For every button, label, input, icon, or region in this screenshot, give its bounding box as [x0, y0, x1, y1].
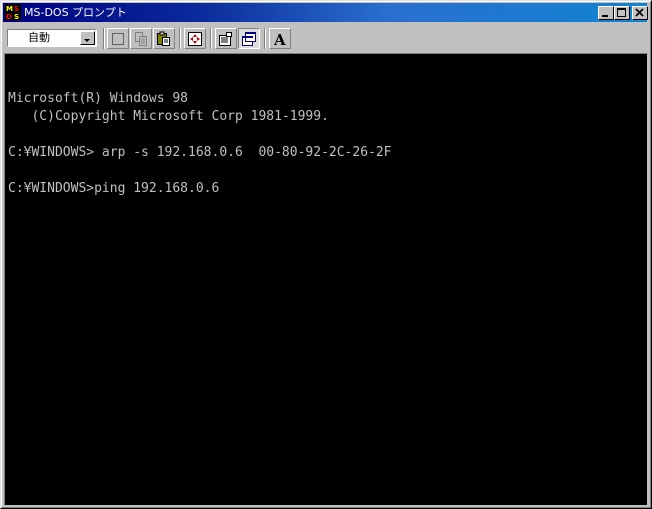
toolbar: 自動 A	[3, 23, 647, 52]
svg-text:D: D	[6, 13, 12, 20]
copy-button[interactable]	[130, 28, 152, 49]
msdos-window: M S D S MS-DOS プロンプト 自動 A Microsoft(R) W…	[0, 0, 652, 509]
maximize-icon	[617, 8, 626, 17]
console-line: (C)Copyright Microsoft Corp 1981-1999.	[8, 109, 329, 124]
toolbar-separator	[103, 28, 105, 49]
font-icon: A	[273, 31, 286, 47]
paste-icon	[157, 31, 170, 46]
background-icon	[242, 32, 256, 46]
title-bar[interactable]: M S D S MS-DOS プロンプト	[3, 3, 648, 22]
paste-button[interactable]	[153, 28, 175, 49]
console-screen[interactable]: Microsoft(R) Windows 98 (C)Copyright Mic…	[4, 53, 647, 505]
toolbar-separator	[179, 28, 181, 49]
svg-text:M: M	[6, 5, 13, 13]
properties-button[interactable]	[215, 28, 237, 49]
mark-icon	[112, 33, 124, 45]
properties-icon	[219, 32, 232, 46]
svg-text:S: S	[14, 5, 19, 13]
font-size-value: 自動	[28, 31, 50, 44]
font-button[interactable]: A	[269, 28, 291, 49]
font-size-dropdown-button[interactable]	[80, 31, 95, 45]
console-line: Microsoft(R) Windows 98	[8, 91, 189, 106]
font-button-label: A	[273, 31, 286, 47]
maximize-button[interactable]	[614, 6, 630, 20]
fullscreen-button[interactable]	[184, 28, 206, 49]
mark-button[interactable]	[107, 28, 129, 49]
minimize-button[interactable]	[598, 6, 614, 20]
console-line: C:¥WINDOWS>ping 192.168.0.6	[8, 181, 220, 196]
toolbar-separator	[210, 28, 212, 49]
fullscreen-icon	[188, 32, 202, 46]
console-line: C:¥WINDOWS> arp -s 192.168.0.6 00-80-92-…	[8, 145, 392, 160]
svg-text:S: S	[14, 13, 19, 20]
chevron-down-icon	[84, 39, 90, 42]
msdos-icon[interactable]: M S D S	[5, 4, 21, 21]
copy-icon	[135, 32, 147, 46]
minimize-icon	[602, 15, 608, 17]
close-button[interactable]	[632, 6, 648, 20]
window-title: MS-DOS プロンプト	[24, 6, 127, 19]
font-size-select[interactable]: 自動	[7, 29, 97, 47]
background-button[interactable]	[238, 28, 260, 49]
toolbar-separator	[264, 28, 266, 49]
close-icon	[635, 8, 644, 17]
